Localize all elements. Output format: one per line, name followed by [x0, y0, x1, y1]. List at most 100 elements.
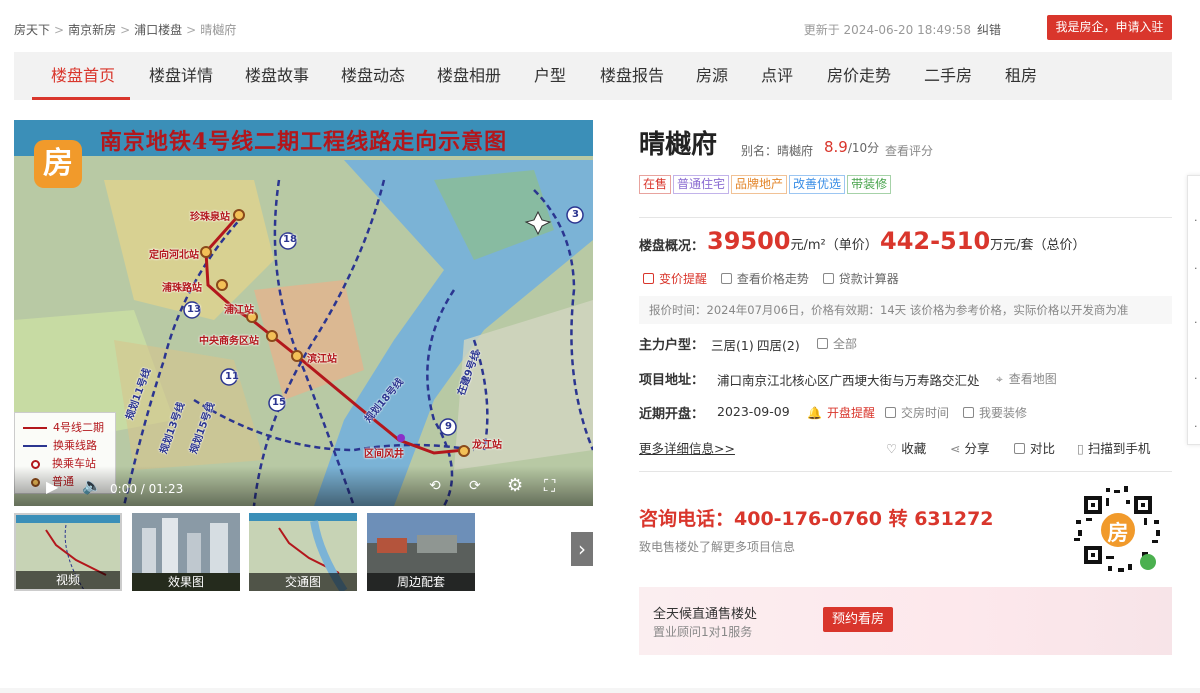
project-address: 浦口南京江北核心区广西埂大街与万寿路交汇处 — [717, 373, 980, 388]
line-number: 18 — [283, 234, 297, 245]
phone-subtext: 致电售楼处了解更多项目信息 — [639, 540, 796, 554]
share-button[interactable]: ⋖ 分享 — [950, 438, 990, 457]
side-toolbar-icon[interactable]: · — [1194, 316, 1198, 329]
tag-badge: 品牌地产 — [731, 175, 788, 194]
opening-date: 2023-09-09 — [717, 404, 790, 419]
layout-label: 主力户型： — [639, 338, 705, 353]
tab-reviews[interactable]: 点评 — [761, 52, 793, 100]
decoration-link[interactable]: 我要装修 — [963, 404, 1027, 421]
layout-option[interactable]: 三居(1) — [711, 335, 754, 354]
legend-item: 4号线二期 — [23, 419, 104, 435]
thumbnail-traffic[interactable]: 交通图 — [249, 513, 357, 591]
top-bar: 房天下 > 南京新房 > 浦口楼盘 > 晴樾府 更新于 2024-06-20 18:49:5… — [14, 15, 1172, 40]
tab-listings[interactable]: 房源 — [696, 52, 728, 100]
address-label: 项目地址： — [639, 373, 705, 388]
play-icon[interactable]: ▶ — [46, 477, 58, 496]
share-icon: ⋖ — [950, 441, 961, 456]
side-toolbar-icon[interactable]: · — [1194, 214, 1198, 227]
media-thumbnails: ‹ 视频 效果图 交通图 周边配套 › — [14, 513, 593, 591]
fullscreen-icon[interactable]: ⛶ — [544, 476, 555, 496]
opening-label: 近期开盘： — [639, 407, 705, 422]
active-tab-indicator — [32, 97, 130, 100]
report-error-link[interactable]: 纠错 — [977, 23, 1001, 37]
compare-button[interactable]: 对比 — [1014, 438, 1055, 457]
tab-story[interactable]: 楼盘故事 — [245, 52, 309, 100]
line-number: 9 — [445, 421, 452, 432]
view-map-link[interactable]: ⌖ 查看地图 — [996, 370, 1057, 387]
layout-all-link[interactable]: 全部 — [817, 335, 857, 352]
video-player[interactable]: 南京地铁4号线二期工程线路走向示意图 房 珍珠泉站 定向河北站 浦珠路站 浦江站… — [14, 120, 593, 506]
station-label: 浦珠路站 — [162, 283, 202, 294]
tab-rental[interactable]: 租房 — [1005, 52, 1037, 100]
station-label: 滨江站 — [307, 354, 337, 365]
unit-price: 39500元/m²（单价） — [707, 227, 878, 255]
delivery-time-link[interactable]: 交房时间 — [885, 404, 949, 421]
map-title: 南京地铁4号线二期工程线路走向示意图 — [99, 129, 508, 155]
banner-title: 全天候直通售楼处 — [653, 607, 758, 622]
more-info-link[interactable]: 更多详细信息>> — [639, 438, 735, 457]
line-number: 11 — [225, 371, 239, 382]
thumbnail-rendering[interactable]: 效果图 — [132, 513, 240, 591]
settings-icon[interactable]: ⚙ — [507, 475, 523, 496]
breadcrumb-link[interactable]: 南京新房 — [68, 23, 116, 37]
developer-join-button[interactable]: 我是房企，申请入驻 — [1047, 15, 1172, 40]
tag-badge: 改善优选 — [789, 175, 846, 194]
side-toolbar-icon[interactable]: · — [1194, 262, 1198, 275]
booking-banner: 全天候直通售楼处 置业顾问1对1服务 预约看房 — [639, 587, 1172, 655]
thumbnail-caption: 效果图 — [132, 573, 240, 591]
next-arrow-icon[interactable]: › — [571, 532, 593, 566]
main-nav: 楼盘首页 楼盘详情 楼盘故事 楼盘动态 楼盘相册 户型 楼盘报告 房源 点评 房… — [14, 52, 1172, 100]
thumbnail-caption: 交通图 — [249, 573, 357, 591]
price-alert-link[interactable]: 变价提醒 — [643, 272, 707, 286]
tab-report[interactable]: 楼盘报告 — [600, 52, 664, 100]
consult-phone: 咨询电话：400-176-0760 转 631272 — [639, 508, 994, 530]
side-float-toolbar[interactable]: · · · · · — [1187, 175, 1200, 445]
line-number: 13 — [187, 304, 201, 315]
station-label: 定向河北站 — [149, 250, 199, 261]
bar-chart-icon — [720, 273, 732, 284]
tab-home[interactable]: 楼盘首页 — [51, 52, 115, 100]
tab-album[interactable]: 楼盘相册 — [437, 52, 501, 100]
project-name: 晴樾府 — [639, 130, 718, 160]
thumbnail-video[interactable]: 视频 — [14, 513, 122, 591]
breadcrumb-current: 晴樾府 — [200, 23, 237, 37]
project-alias: 别名：晴樾府 — [741, 144, 814, 158]
tab-news[interactable]: 楼盘动态 — [341, 52, 405, 100]
station-label: 龙江站 — [472, 440, 502, 451]
rewind-icon[interactable]: ⟲ — [429, 478, 441, 494]
favorite-button[interactable]: ♡ 收藏 — [886, 438, 926, 457]
station-label: 珍珠泉站 — [190, 212, 230, 223]
loan-calculator-link[interactable]: 贷款计算器 — [822, 272, 899, 286]
breadcrumb-link[interactable]: 房天下 — [14, 23, 50, 37]
tab-second-hand[interactable]: 二手房 — [924, 52, 972, 100]
opening-alert-link[interactable]: 🔔 开盘提醒 — [807, 404, 875, 421]
side-toolbar-icon[interactable]: · — [1194, 372, 1198, 385]
project-tags: 在售 普通住宅 品牌地产 改善优选 带装修 — [639, 175, 893, 195]
layout-option[interactable]: 四居(2) — [757, 335, 800, 354]
action-bar: 更多详细信息>> ♡ 收藏 ⋖ 分享 对比 ▯ 扫描到手机 — [639, 438, 1172, 456]
breadcrumb-separator: > — [54, 23, 65, 37]
price-trend-link[interactable]: 查看价格走势 — [720, 272, 809, 286]
qr-logo-icon: 房 — [1107, 521, 1129, 545]
thumbnail-surroundings[interactable]: 周边配套 — [367, 513, 475, 591]
line-number: 3 — [572, 209, 579, 220]
scan-to-phone-button[interactable]: ▯ 扫描到手机 — [1077, 438, 1150, 457]
volume-icon[interactable]: 🔈 — [82, 476, 102, 495]
footer-divider — [0, 688, 1200, 693]
tab-price-trend[interactable]: 房价走势 — [827, 52, 891, 100]
side-toolbar-icon[interactable]: · — [1194, 420, 1198, 433]
chart-icon — [643, 273, 654, 284]
station-label: 区间风井 — [364, 449, 404, 460]
total-price: 442-510万元/套（总价） — [880, 227, 1086, 255]
tab-floorplans[interactable]: 户型 — [534, 52, 566, 100]
tab-details[interactable]: 楼盘详情 — [149, 52, 213, 100]
forward-icon[interactable]: ⟳ — [469, 478, 481, 494]
price-label: 楼盘概况： — [639, 239, 705, 254]
station-label: 中央商务区站 — [199, 336, 259, 347]
breadcrumb-link[interactable]: 浦口楼盘 — [134, 23, 182, 37]
heart-icon: ♡ — [886, 441, 898, 456]
book-viewing-button[interactable]: 预约看房 — [823, 607, 893, 632]
see-score-link[interactable]: 查看评分 — [885, 142, 933, 159]
fang-logo-icon: 房 — [34, 140, 82, 188]
breadcrumb: 房天下 > 南京新房 > 浦口楼盘 > 晴樾府 — [14, 21, 236, 38]
